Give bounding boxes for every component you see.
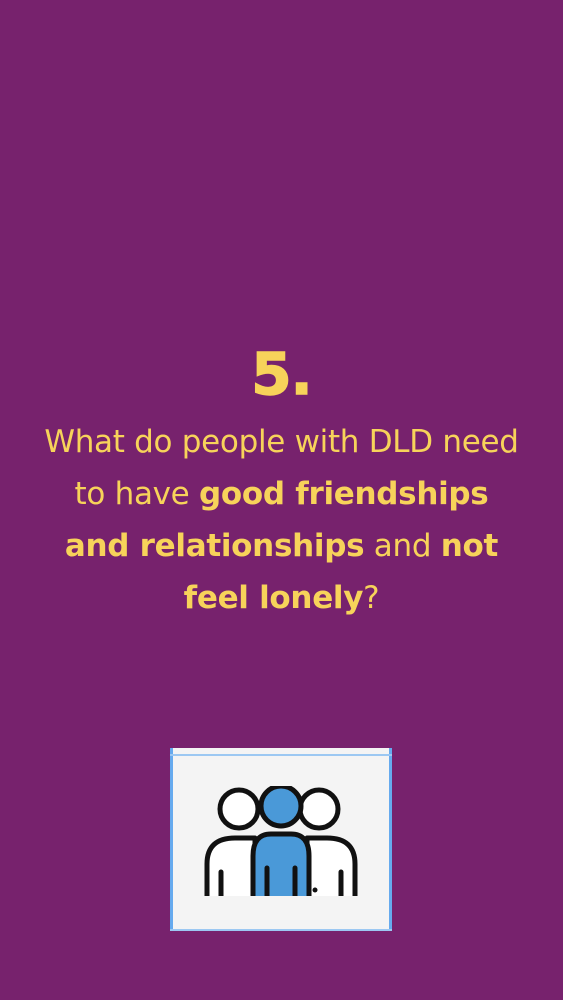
question-part-3: ? [363, 580, 380, 616]
group-of-people-icon [204, 786, 358, 896]
slide-number: 5. [251, 340, 314, 408]
question-part-2: and [364, 528, 441, 564]
icon-card [170, 748, 392, 931]
question-text: What do people with DLD need to have goo… [40, 416, 523, 624]
